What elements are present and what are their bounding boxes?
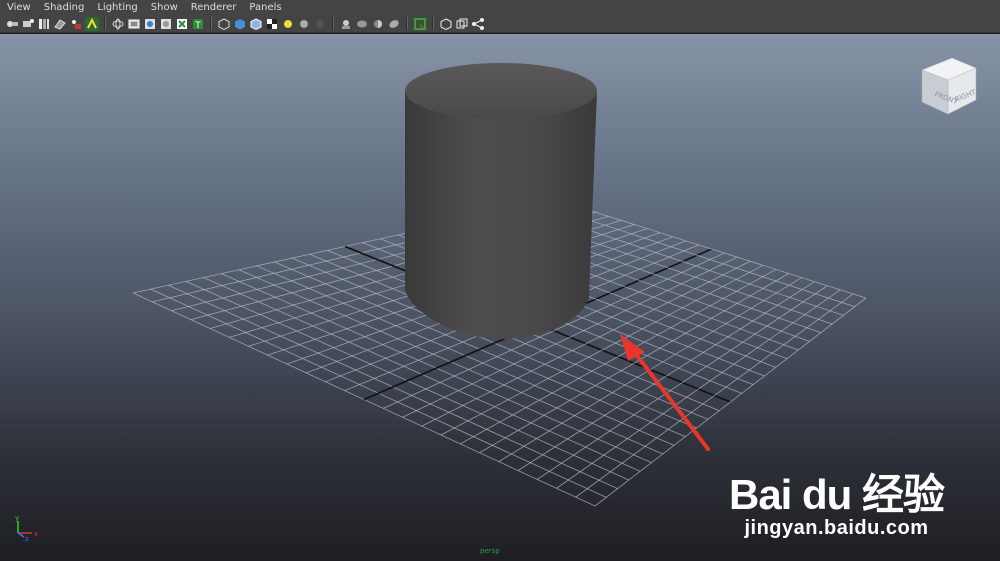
frame-selected-icon[interactable] (455, 17, 469, 31)
cube-wire-icon[interactable] (217, 17, 231, 31)
axis-y-label: y (15, 515, 19, 522)
camera-name-label: persp (480, 547, 500, 555)
viewport-menubar: View Shading Lighting Show Renderer Pane… (0, 0, 1000, 15)
smooth-shade-icon[interactable] (127, 17, 141, 31)
checker-icon[interactable] (265, 17, 279, 31)
menu-panels[interactable]: Panels (242, 0, 287, 15)
axis-indicator: x y z (12, 514, 42, 545)
grid-line (537, 285, 828, 480)
menu-renderer[interactable]: Renderer (184, 0, 243, 15)
bookmark-icon[interactable] (37, 17, 51, 31)
sphere-dark-icon[interactable] (313, 17, 327, 31)
menu-shading[interactable]: Shading (37, 0, 91, 15)
cylinder-top-cap (405, 63, 597, 119)
perspective-viewport[interactable]: FRONT RIGHT x y z persp Bai du 经验 jingya… (0, 34, 1000, 561)
cube-shaded-icon[interactable] (233, 17, 247, 31)
baidu-jingyan-watermark: Bai du 经验 jingyan.baidu.com (728, 471, 945, 540)
axis-z-label: z (25, 535, 29, 541)
grid-line (556, 289, 841, 489)
grid-line (575, 293, 854, 498)
hud-icon[interactable] (355, 17, 369, 31)
panel-toolbar: T (0, 15, 1000, 33)
share-icon[interactable] (471, 17, 485, 31)
axis-x-label: x (34, 530, 38, 538)
sphere-shaded-icon[interactable] (297, 17, 311, 31)
default-light-icon[interactable] (281, 17, 295, 31)
toolbar-divider (432, 17, 434, 30)
cylinder-object[interactable] (405, 63, 597, 339)
camera-select-icon[interactable] (5, 17, 19, 31)
xray-icon[interactable] (175, 17, 189, 31)
toolbar-divider (104, 17, 106, 30)
menu-view[interactable]: View (0, 0, 37, 15)
wireframe-icon[interactable] (111, 17, 125, 31)
resolution-icon[interactable] (387, 17, 401, 31)
watermark-logo: Bai du 经验 (728, 471, 945, 518)
camera-attributes-icon[interactable] (21, 17, 35, 31)
cylinder-side (405, 92, 597, 339)
select-camera-icon[interactable] (413, 16, 427, 31)
bounding-box-icon[interactable] (143, 17, 157, 31)
isolate-icon[interactable] (339, 17, 353, 31)
frame-all-icon[interactable] (439, 17, 453, 31)
grease-pencil-icon[interactable] (69, 17, 83, 31)
toolbar-divider (406, 17, 408, 30)
shadows-icon[interactable] (159, 17, 173, 31)
menu-show[interactable]: Show (144, 0, 184, 15)
grid-line (556, 199, 867, 299)
textured-icon[interactable]: T (191, 17, 205, 31)
toolbar-divider (210, 17, 212, 30)
viewcube[interactable]: FRONT RIGHT (918, 52, 980, 126)
menu-lighting[interactable]: Lighting (90, 0, 143, 15)
toolbar-divider (332, 17, 334, 30)
svg-text:T: T (194, 21, 201, 31)
cube-textured-icon[interactable] (249, 17, 263, 31)
image-plane-icon[interactable] (53, 17, 67, 31)
2d-pan-zoom-icon[interactable] (85, 16, 99, 31)
watermark-url: jingyan.baidu.com (744, 517, 929, 539)
gate-icon[interactable] (371, 17, 385, 31)
